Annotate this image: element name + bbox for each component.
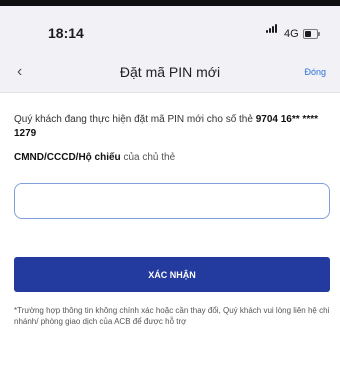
status-bar: 18:14 4G: [0, 6, 340, 52]
support-note: *Trường hợp thông tin không chính xác ho…: [14, 306, 330, 326]
close-button[interactable]: Đóng: [304, 67, 326, 77]
navigation-bar: ‹ Đặt mã PIN mới Đóng: [0, 52, 340, 93]
page-title: Đặt mã PIN mới: [119, 64, 221, 80]
description-prefix: Quý khách đang thực hiện đặt mã PIN mới …: [14, 114, 253, 125]
status-time: 18:14: [48, 25, 84, 41]
id-field-label: CMND/CCCD/Hộ chiếu của chủ thẻ: [14, 152, 175, 163]
description-text: Quý khách đang thực hiện đặt mã PIN mới …: [14, 113, 330, 141]
confirm-button[interactable]: XÁC NHẬN: [14, 257, 330, 292]
network-type: 4G: [284, 28, 299, 40]
id-number-input[interactable]: [14, 183, 330, 219]
id-label-bold: CMND/CCCD/Hộ chiếu: [14, 152, 121, 163]
id-label-suffix: của chủ thẻ: [123, 152, 176, 163]
chevron-left-icon[interactable]: ‹: [17, 64, 22, 80]
battery-icon: [303, 29, 320, 39]
pin-form: Quý khách đang thực hiện đặt mã PIN mới …: [0, 93, 340, 371]
